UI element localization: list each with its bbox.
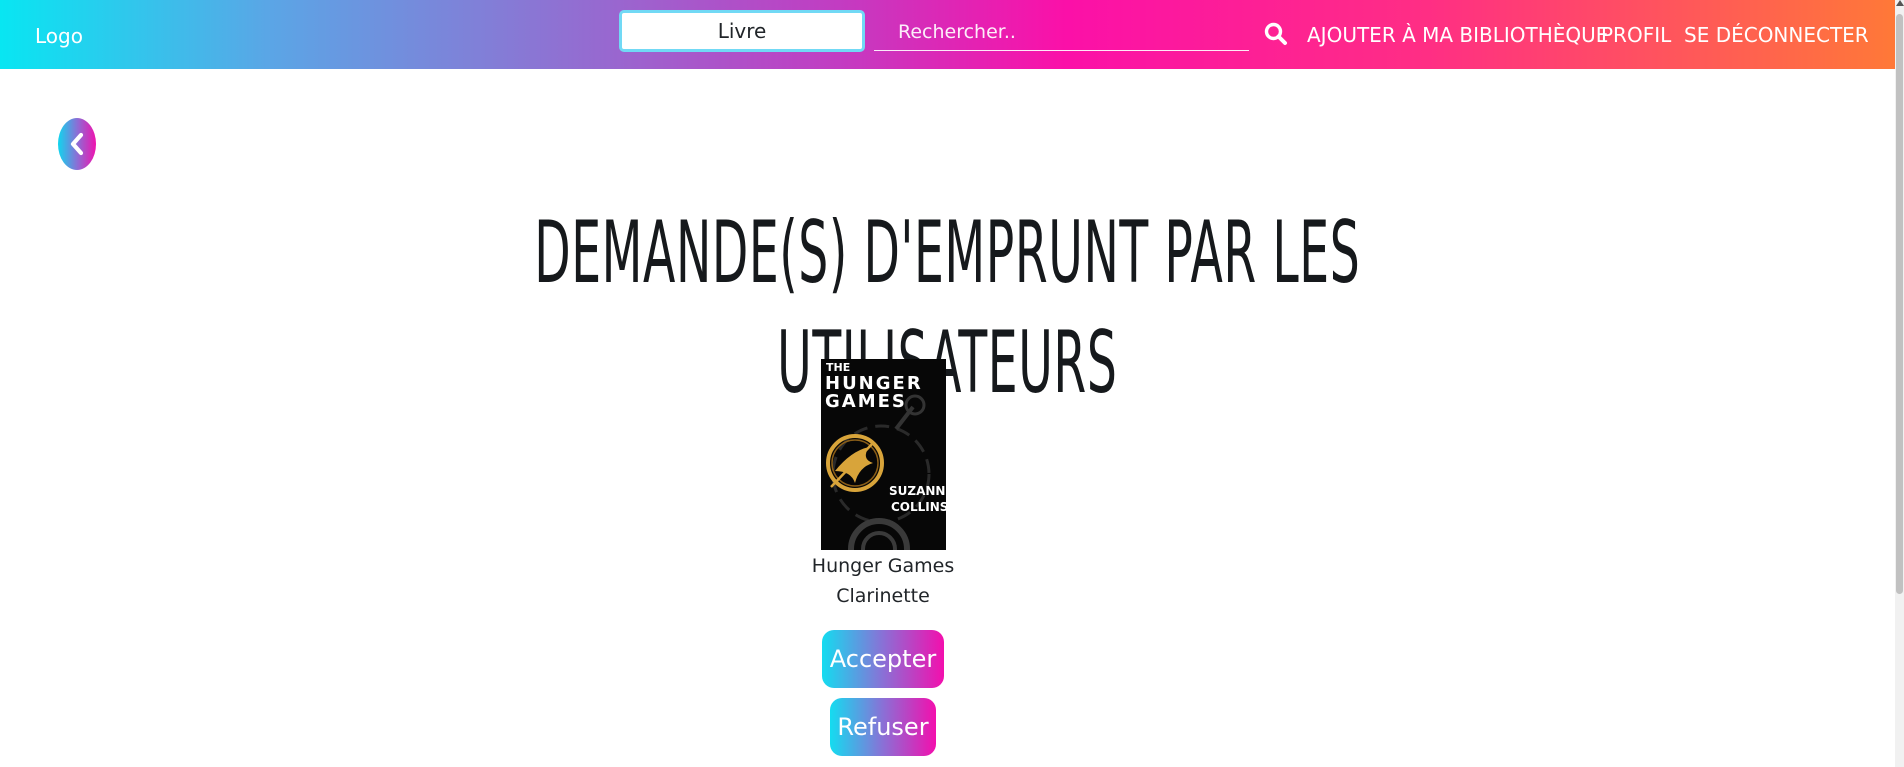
requesting-user: Clarinette xyxy=(836,585,930,607)
search-field xyxy=(874,14,1249,51)
scrollbar[interactable] xyxy=(1895,0,1904,767)
back-button[interactable] xyxy=(58,118,96,170)
book-title: Hunger Games xyxy=(811,555,955,577)
cover-author-line1: SUZANNE xyxy=(889,484,946,498)
chevron-left-icon xyxy=(70,132,84,156)
search-type-value: Livre xyxy=(717,19,767,43)
top-navbar: Logo Livre AJOUTER À MA BIBLIOTHÈQUE PRO… xyxy=(0,0,1904,69)
scroll-up-icon[interactable] xyxy=(1896,0,1904,6)
scroll-thumb[interactable] xyxy=(1896,14,1903,594)
cover-title-line3: GAMES xyxy=(825,391,907,412)
nav-profile[interactable]: PROFIL xyxy=(1601,23,1671,47)
accept-button[interactable]: Accepter xyxy=(822,630,944,688)
search-type-select[interactable]: Livre xyxy=(619,10,865,52)
nav-add-to-library[interactable]: AJOUTER À MA BIBLIOTHÈQUE xyxy=(1307,23,1608,47)
cover-author-line2: COLLINS xyxy=(891,500,946,514)
search-icon[interactable] xyxy=(1263,21,1289,47)
book-cover: THE HUNGER GAMES SUZANNE COLLINS xyxy=(821,359,946,550)
nav-logout[interactable]: SE DÉCONNECTER xyxy=(1684,23,1869,47)
search-input[interactable] xyxy=(874,14,1249,50)
page-title: Demande(s) d'emprunt par les utilisateur… xyxy=(534,203,1361,413)
refuse-button[interactable]: Refuser xyxy=(830,698,936,756)
logo[interactable]: Logo xyxy=(35,24,83,48)
